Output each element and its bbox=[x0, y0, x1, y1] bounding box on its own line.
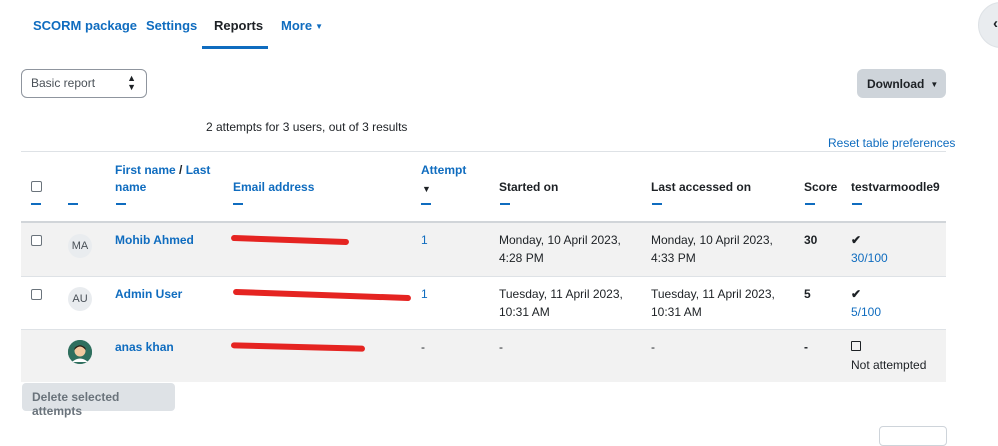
started-on: - bbox=[499, 340, 503, 354]
redacted-email bbox=[230, 342, 366, 352]
redacted-email bbox=[230, 234, 350, 246]
header-score: Score bbox=[804, 180, 838, 194]
sco-score-link[interactable]: 5/100 bbox=[851, 305, 881, 319]
column-toggle-icon[interactable] bbox=[421, 203, 431, 205]
last-accessed-date: Monday, 10 April 2023, bbox=[651, 233, 773, 247]
tab-more[interactable]: More ▼ bbox=[281, 18, 323, 33]
sco-status-text: Not attempted bbox=[851, 357, 927, 372]
chevron-down-icon: ▼ bbox=[315, 22, 323, 31]
header-last-accessed: Last accessed on bbox=[651, 180, 752, 194]
last-accessed: Tuesday, 11 April 2023, 10:31 AM bbox=[651, 286, 775, 321]
user-name-link[interactable]: Admin User bbox=[115, 286, 182, 304]
table-row: MA Mohib Ahmed 1 Monday, 10 April 2023, 4… bbox=[21, 223, 946, 276]
sort-last-name-link[interactable]: Last bbox=[186, 163, 211, 177]
reset-table-preferences-link[interactable]: Reset table preferences bbox=[828, 136, 955, 150]
download-button[interactable]: Download ▼ bbox=[857, 69, 946, 98]
row-checkbox[interactable] bbox=[31, 289, 42, 300]
chevron-down-icon: ▼ bbox=[930, 80, 939, 89]
attempt-link[interactable]: 1 bbox=[421, 232, 428, 250]
tab-reports[interactable]: Reports bbox=[214, 18, 263, 33]
started-on: Tuesday, 11 April 2023, 10:31 AM bbox=[499, 286, 623, 321]
avatar[interactable]: MA bbox=[68, 234, 92, 258]
partially-visible-button[interactable] bbox=[879, 426, 947, 446]
header-sco: testvarmoodle9 bbox=[851, 180, 940, 194]
started-on-date: Tuesday, 11 April 2023, bbox=[499, 287, 623, 301]
attempt-link[interactable]: 1 bbox=[421, 286, 428, 304]
chevron-left-icon: ‹ bbox=[993, 15, 998, 32]
column-toggle-icon[interactable] bbox=[233, 203, 243, 205]
last-accessed-time: 10:31 AM bbox=[651, 304, 702, 319]
column-toggle-icon[interactable] bbox=[805, 203, 815, 205]
tab-more-label: More bbox=[281, 18, 313, 33]
delete-selected-attempts-button[interactable]: Delete selected attempts bbox=[22, 383, 175, 418]
column-toggle-icon[interactable] bbox=[31, 203, 41, 205]
sco-score-link[interactable]: 30/100 bbox=[851, 251, 888, 265]
attempt-value: - bbox=[421, 340, 425, 354]
score-value: 5 bbox=[804, 287, 811, 301]
started-on-time: 4:28 PM bbox=[499, 250, 544, 265]
avatar[interactable] bbox=[68, 340, 92, 364]
drawer-toggle-button[interactable]: ‹ bbox=[978, 2, 998, 48]
column-toggle-icon[interactable] bbox=[652, 203, 662, 205]
attempt-summary: 2 attempts for 3 users, out of 3 results bbox=[206, 120, 408, 134]
sort-last-name-link-cont[interactable]: name bbox=[115, 180, 146, 194]
score-value: 30 bbox=[804, 233, 818, 247]
select-arrows-icon: ▲ ▼ bbox=[127, 73, 136, 92]
started-on-time: 10:31 AM bbox=[499, 304, 550, 319]
sort-email-link[interactable]: Email address bbox=[233, 179, 314, 196]
sco-status: ✔ 30/100 bbox=[851, 232, 888, 267]
user-name-link[interactable]: Mohib Ahmed bbox=[115, 232, 194, 250]
sco-status: Not attempted bbox=[851, 339, 926, 374]
row-checkbox[interactable] bbox=[31, 235, 42, 246]
report-type-value: Basic report bbox=[31, 76, 96, 90]
started-on: Monday, 10 April 2023, 4:28 PM bbox=[499, 232, 621, 267]
score-value: - bbox=[804, 340, 808, 354]
tab-scorm-package[interactable]: SCORM package bbox=[33, 18, 137, 33]
check-icon: ✔ bbox=[851, 287, 862, 301]
user-picture-icon bbox=[68, 340, 92, 364]
table-row: anas khan - - - - Not attempted bbox=[21, 330, 946, 382]
user-name-link[interactable]: anas khan bbox=[115, 339, 174, 357]
sort-attempt-link[interactable]: Attempt bbox=[421, 162, 466, 179]
column-toggle-icon[interactable] bbox=[500, 203, 510, 205]
check-icon: ✔ bbox=[851, 233, 862, 247]
active-tab-indicator bbox=[202, 46, 268, 49]
redacted-email bbox=[232, 288, 412, 302]
tab-settings[interactable]: Settings bbox=[146, 18, 197, 33]
last-accessed-time: 4:33 PM bbox=[651, 250, 696, 265]
select-all-checkbox[interactable] bbox=[31, 181, 42, 192]
secondary-navigation: SCORM package Settings Reports More ▼ bbox=[0, 0, 960, 50]
sort-first-name-link[interactable]: First name bbox=[115, 163, 176, 177]
download-label: Download bbox=[867, 77, 925, 91]
not-attempted-icon bbox=[851, 341, 861, 351]
column-toggle-icon[interactable] bbox=[852, 203, 862, 205]
last-accessed: - bbox=[651, 340, 655, 354]
sco-status: ✔ 5/100 bbox=[851, 286, 881, 321]
column-toggle-icon[interactable] bbox=[116, 203, 126, 205]
column-toggle-icon[interactable] bbox=[68, 203, 78, 205]
last-accessed: Monday, 10 April 2023, 4:33 PM bbox=[651, 232, 773, 267]
report-type-select[interactable]: Basic report ▲ ▼ bbox=[21, 69, 147, 98]
divider bbox=[21, 151, 946, 152]
avatar[interactable]: AU bbox=[68, 287, 92, 311]
header-separator: / bbox=[179, 163, 183, 177]
sort-desc-icon: ▼ bbox=[422, 184, 431, 194]
started-on-date: Monday, 10 April 2023, bbox=[499, 233, 621, 247]
table-row: AU Admin User 1 Tuesday, 11 April 2023, 1… bbox=[21, 277, 946, 329]
last-accessed-date: Tuesday, 11 April 2023, bbox=[651, 287, 775, 301]
header-started-on: Started on bbox=[499, 180, 559, 194]
